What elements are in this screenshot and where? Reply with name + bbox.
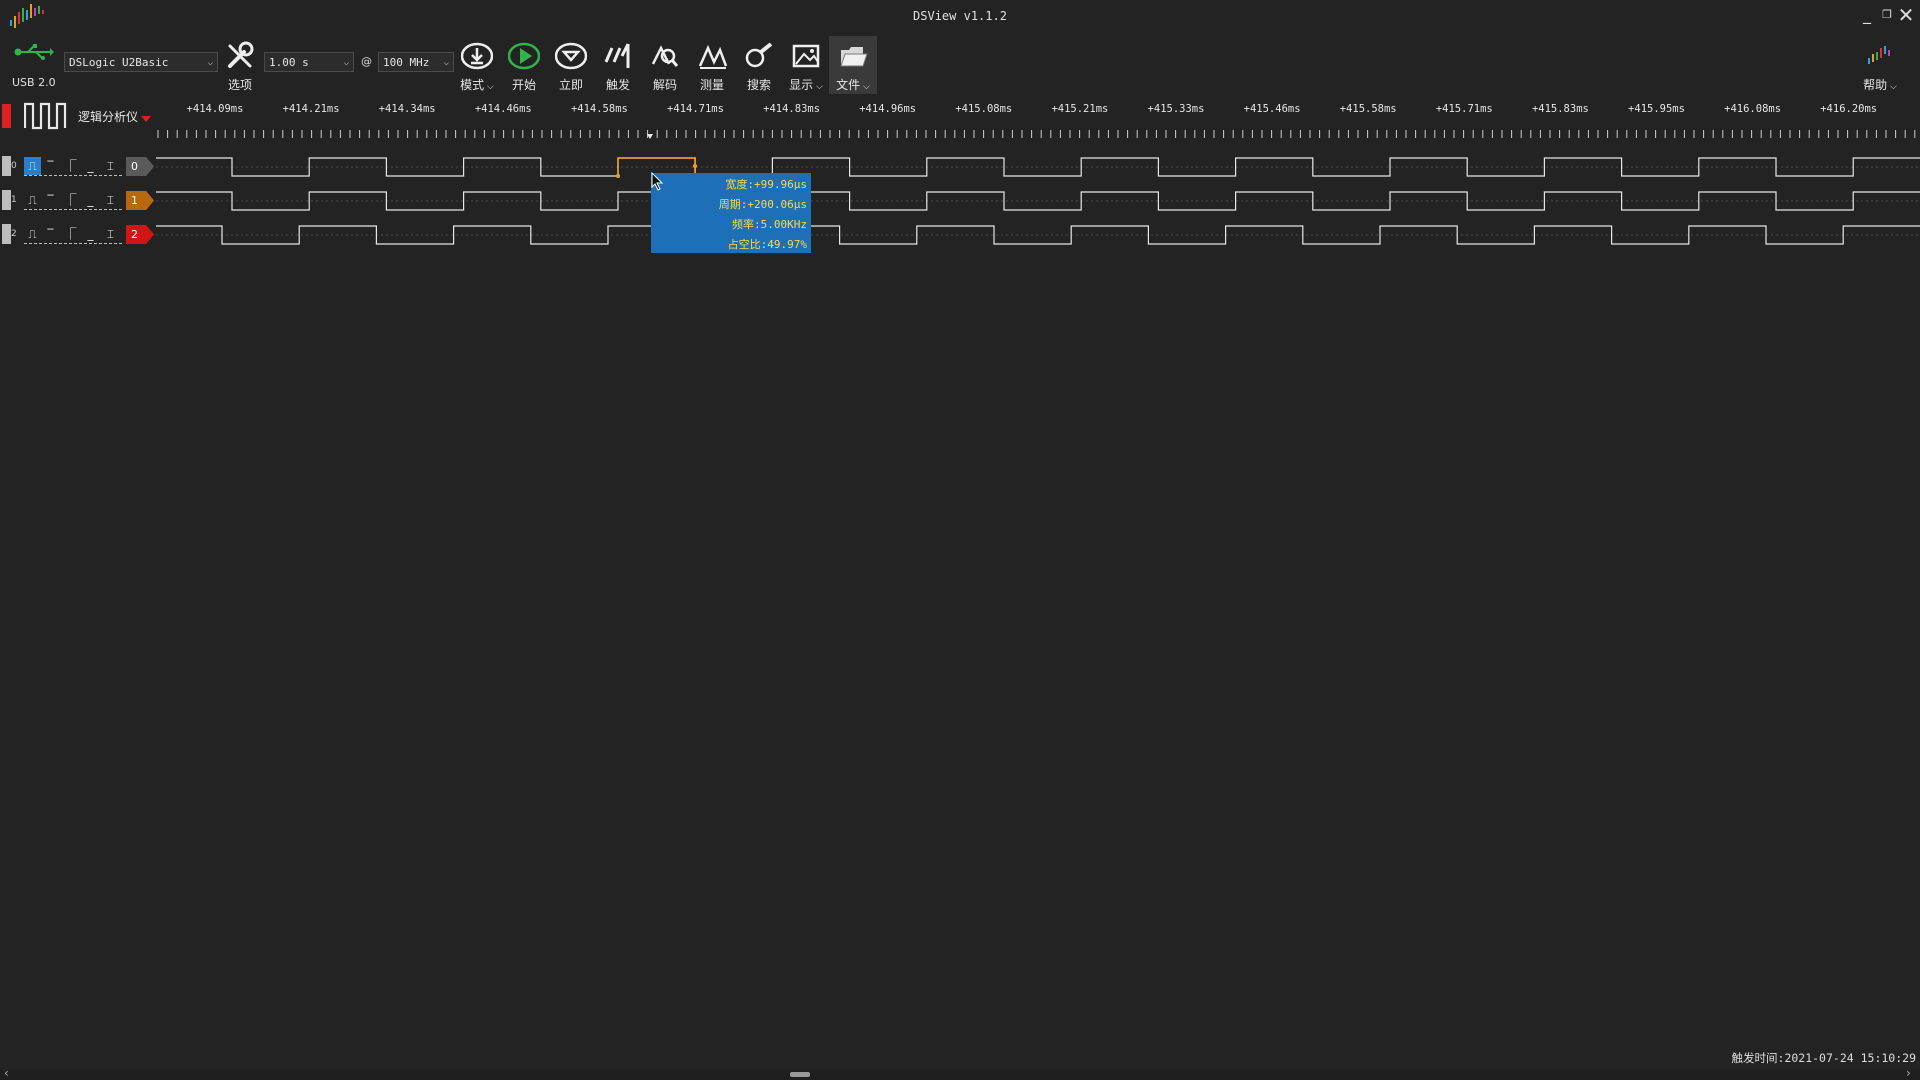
device-value: DSLogic U2Basic — [69, 56, 169, 69]
instant-button[interactable]: 立即 — [547, 36, 595, 94]
display-label: 显示 — [789, 78, 814, 92]
duration-select[interactable]: 1.00 s ⌵ — [264, 52, 354, 72]
search-icon — [745, 42, 773, 68]
start-button[interactable]: 开始 — [500, 36, 548, 94]
instant-icon — [555, 42, 587, 70]
duration-value: 1.00 s — [269, 56, 309, 69]
usb-status: USB 2.0 — [8, 36, 60, 94]
trigger-label: 触发 — [605, 78, 630, 92]
horizontal-scrollbar[interactable] — [0, 1070, 1920, 1080]
play-icon — [508, 42, 540, 70]
ruler-label: +415.83ms — [1531, 103, 1589, 115]
ruler-label: +415.71ms — [1435, 103, 1493, 115]
chevron-down-icon: ⌵ — [813, 82, 823, 92]
minimize-button[interactable]: _ — [1856, 4, 1878, 26]
samplerate-value: 100 MHz — [383, 56, 430, 69]
pulse-frequency: 频率:5.00KHz — [732, 218, 807, 231]
pulse-width: 宽度:+99.96μs — [725, 178, 807, 191]
title-bar: DSView v1.1.2 _ ❐ ✕ — [0, 0, 1920, 34]
measure-icon — [698, 44, 728, 69]
ruler-label: +415.33ms — [1147, 103, 1205, 115]
ruler-label: +414.58ms — [570, 103, 628, 115]
ruler-label: +414.09ms — [186, 103, 244, 115]
help-label: 帮助 — [1863, 78, 1888, 92]
ruler-label: +414.96ms — [859, 103, 917, 115]
trigger-icon — [604, 43, 630, 68]
time-ruler[interactable]: +414.09ms +414.21ms +414.34ms +414.46ms +414… — [0, 96, 1920, 144]
device-select[interactable]: DSLogic U2Basic ⌵ — [64, 52, 218, 72]
chevron-down-icon: ⌵ — [207, 58, 213, 68]
mode-button[interactable]: 模式 ⌵ — [453, 36, 501, 94]
instant-label: 立即 — [558, 78, 583, 92]
close-button[interactable]: ✕ — [1895, 4, 1917, 26]
window-title: DSView v1.1.2 — [913, 9, 1007, 23]
measure-point — [616, 174, 620, 178]
chevron-down-icon: ⌵ — [1887, 82, 1897, 92]
ruler-label: +416.08ms — [1724, 103, 1782, 115]
at-label: @ — [361, 55, 372, 68]
trigger-button[interactable]: 触发 — [594, 36, 642, 94]
search-button[interactable]: 搜索 — [735, 36, 783, 94]
chevron-down-icon: ⌵ — [860, 82, 870, 92]
scroll-right-icon[interactable]: › — [1906, 1066, 1911, 1080]
image-icon — [792, 44, 820, 68]
measure-label: 测量 — [699, 78, 724, 92]
measurement-tooltip: 宽度:+99.96μs 周期:+200.06μs 频率:5.00KHz 占空比:… — [651, 173, 811, 253]
ruler-label: +414.46ms — [474, 103, 532, 115]
download-icon — [461, 42, 493, 70]
measure-point — [693, 164, 697, 168]
scroll-left-icon[interactable]: ‹ — [4, 1066, 9, 1080]
wrench-icon — [228, 41, 254, 68]
decode-label: 解码 — [652, 78, 677, 92]
options-label: 选项 — [227, 78, 252, 92]
chevron-down-icon: ⌵ — [443, 58, 449, 68]
help-logo-icon — [1868, 46, 1890, 64]
chevron-down-icon: ⌵ — [484, 82, 494, 92]
ruler-label: +416.20ms — [1820, 103, 1878, 115]
scrollbar-thumb[interactable] — [790, 1072, 810, 1077]
ruler-label: +415.95ms — [1628, 103, 1685, 115]
usb-label: USB 2.0 — [12, 76, 56, 89]
cursor-marker-icon — [647, 134, 653, 139]
mouse-cursor-icon — [651, 172, 664, 191]
search-label: 搜索 — [746, 78, 771, 92]
decode-button[interactable]: 解码 — [641, 36, 689, 94]
options-button[interactable]: 选项 — [216, 36, 264, 94]
ruler-label: +415.08ms — [955, 103, 1013, 115]
start-label: 开始 — [511, 78, 536, 92]
pulse-duty: 占空比:49.97% — [727, 238, 807, 251]
folder-icon — [840, 47, 868, 67]
ruler-label: +415.58ms — [1339, 103, 1397, 115]
ruler-ticks — [157, 130, 1916, 138]
samplerate-select[interactable]: 100 MHz ⌵ — [378, 52, 454, 72]
trigger-time-status: 触发时间:2021-07-24 15:10:29 — [1731, 1051, 1916, 1065]
ruler-label: +415.46ms — [1243, 103, 1301, 115]
measure-button[interactable]: 测量 — [688, 36, 736, 94]
ruler-label: +414.71ms — [667, 103, 724, 115]
file-label: 文件 — [836, 78, 861, 92]
ruler-label: +414.83ms — [763, 103, 821, 115]
file-button[interactable]: 文件 ⌵ — [829, 36, 877, 94]
ruler-label: +414.21ms — [282, 103, 340, 115]
chevron-down-icon: ⌵ — [343, 58, 349, 68]
decode-icon — [651, 45, 679, 67]
waveform-area[interactable] — [0, 148, 1920, 258]
display-button[interactable]: 显示 ⌵ — [782, 36, 830, 94]
usb-icon — [14, 44, 54, 60]
ruler-label: +414.34ms — [378, 103, 436, 115]
mode-label: 模式 — [460, 78, 485, 92]
ruler-label: +415.21ms — [1051, 103, 1109, 115]
pulse-period: 周期:+200.06μs — [718, 198, 807, 211]
help-button[interactable]: 帮助 ⌵ — [1856, 36, 1904, 94]
